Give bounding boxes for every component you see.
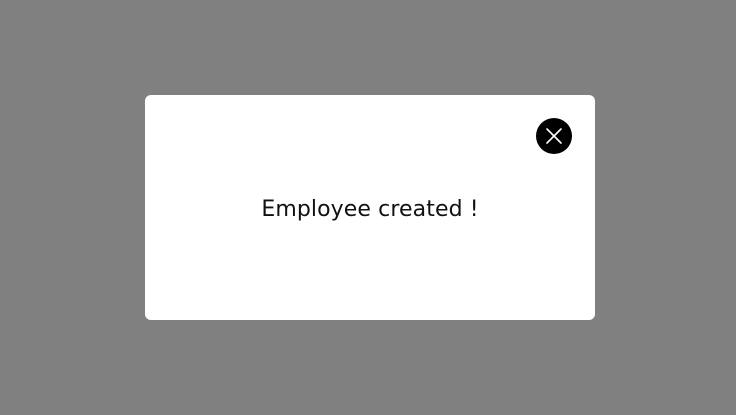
modal-message: Employee created ! (261, 197, 479, 222)
close-modal-button[interactable] (536, 118, 572, 154)
close-icon (545, 127, 563, 145)
confirmation-modal: Employee created ! (145, 95, 595, 320)
